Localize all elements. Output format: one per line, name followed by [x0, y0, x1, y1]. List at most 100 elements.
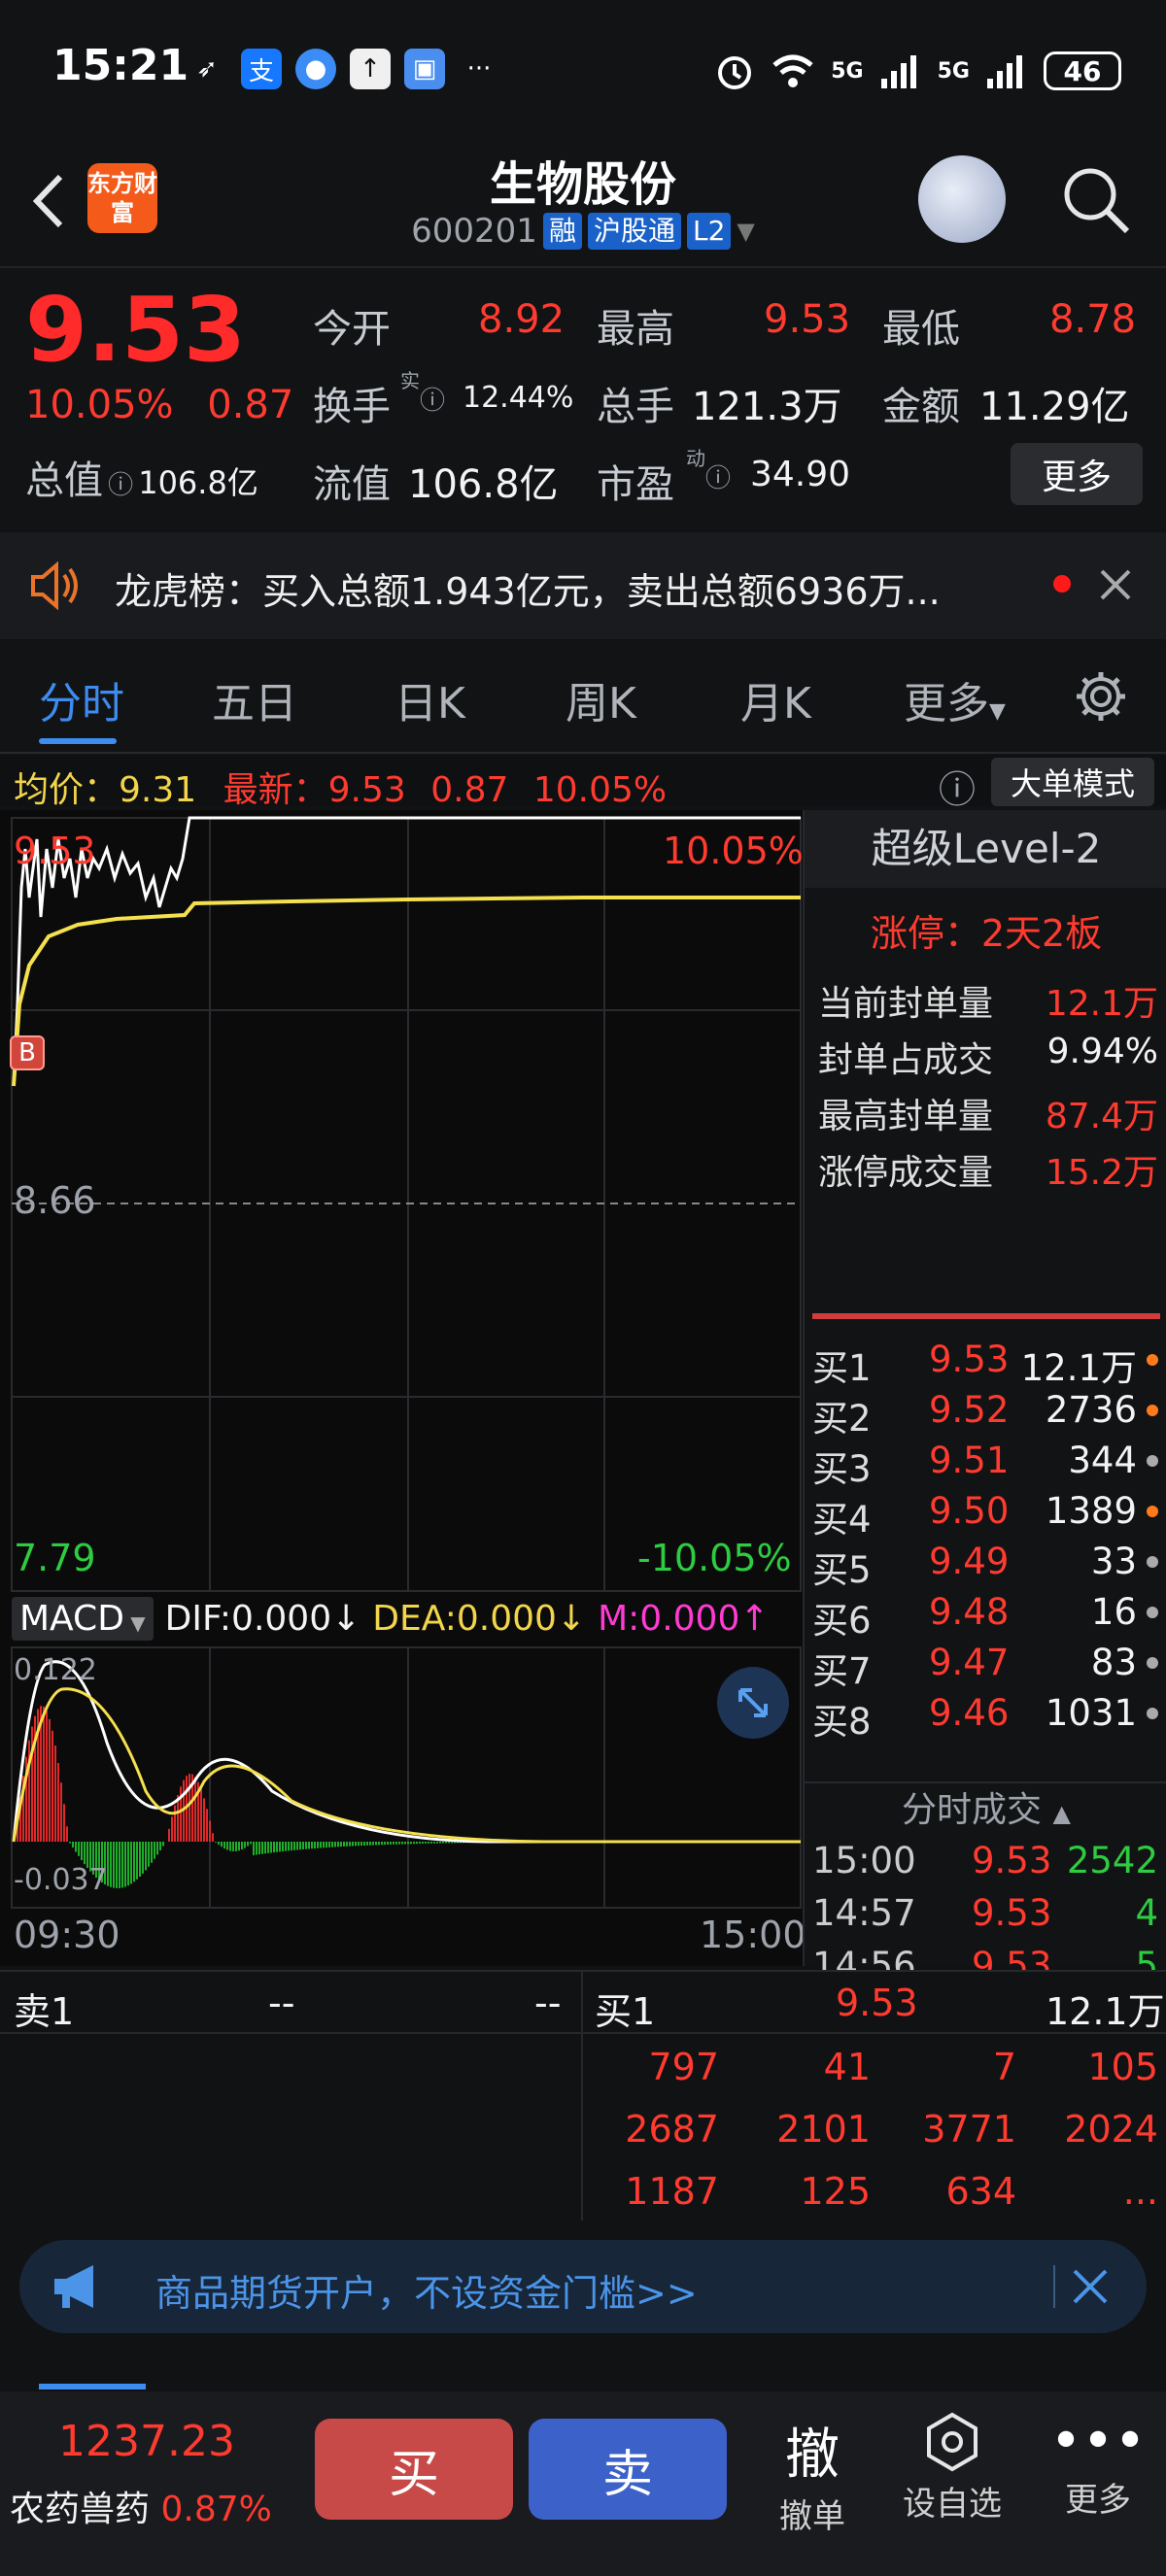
- bid-row[interactable]: 买8 9.46 1031: [805, 1688, 1166, 1743]
- macd-bar: [314, 1842, 316, 1848]
- sector-index-info[interactable]: 农药兽药 0.87%: [10, 2481, 272, 2531]
- order-dot-icon: [1147, 1708, 1158, 1719]
- high-value: 9.53: [764, 297, 851, 342]
- low-value: 8.78: [1049, 297, 1137, 342]
- sector-index-value[interactable]: 1237.23: [58, 2417, 235, 2466]
- alarm-icon: [718, 56, 752, 89]
- macd-indicator-select[interactable]: MACD ▼: [12, 1596, 154, 1641]
- bid-row[interactable]: 买6 9.48 16: [805, 1587, 1166, 1642]
- macd-top-label: 0.122: [14, 1653, 97, 1687]
- column-divider: [581, 1972, 583, 2220]
- level2-title[interactable]: 超级Level-2: [805, 810, 1166, 888]
- tab-daily-k[interactable]: 日K: [394, 668, 465, 730]
- news-ticker[interactable]: 龙虎榜：买入总额1.943亿元，卖出总额6936万...: [0, 532, 1166, 639]
- battery-icon: 46: [1044, 51, 1121, 90]
- speaker-icon: [31, 561, 78, 610]
- queue-cell: 125: [800, 2170, 871, 2213]
- info-circle-icon[interactable]: ⓘ: [420, 381, 445, 417]
- close-icon[interactable]: [1098, 567, 1133, 602]
- queue-cell: 41: [823, 2046, 871, 2088]
- macd-bar: [121, 1842, 123, 1888]
- settings-gear-icon[interactable]: [1073, 668, 1129, 725]
- active-tab-indicator: [39, 738, 117, 744]
- macd-bar: [352, 1842, 354, 1847]
- more-quote-button[interactable]: 更多: [1011, 443, 1143, 505]
- tab-intraday[interactable]: 分时: [39, 668, 124, 730]
- macd-bar: [285, 1842, 287, 1851]
- buy-marker[interactable]: B: [10, 1035, 45, 1070]
- close-icon[interactable]: [1071, 2267, 1110, 2306]
- macd-bar: [218, 1842, 220, 1846]
- macd-bar: [267, 1842, 269, 1853]
- promo-banner[interactable]: 商品期货开户，不设资金门槛>>: [19, 2240, 1147, 2333]
- turnover-value: 12.44%: [463, 381, 574, 415]
- macd-bar: [439, 1842, 441, 1844]
- expand-chart-button[interactable]: [717, 1667, 789, 1739]
- info-circle-icon[interactable]: ⓘ: [108, 471, 133, 500]
- macd-bar: [253, 1842, 255, 1855]
- macd-bar: [413, 1842, 415, 1845]
- tag-margin: 融: [542, 213, 582, 250]
- info-values: 均价：9.31 最新：9.53 0.87 10.05%: [14, 762, 667, 812]
- macd-bar: [320, 1842, 322, 1848]
- macd-bar: [398, 1842, 400, 1845]
- macd-bar: [232, 1842, 234, 1851]
- top-price-label: 9.53: [14, 830, 96, 872]
- cancel-order-button[interactable]: 撤 撤单: [754, 2411, 871, 2537]
- time-end-label: 15:00: [700, 1914, 806, 1956]
- open-label: 今开: [313, 307, 391, 352]
- macd-bar: [428, 1842, 429, 1844]
- bid-level-label: 买7: [812, 1650, 872, 1692]
- tab-weekly-k[interactable]: 周K: [566, 668, 636, 730]
- system-icons: 5G 5G 46: [714, 51, 1121, 91]
- order-dot-icon: [1147, 1405, 1158, 1416]
- macd-bar: [215, 1842, 217, 1843]
- search-icon[interactable]: [1059, 163, 1133, 237]
- macd-bar: [241, 1842, 243, 1850]
- bid-row[interactable]: 买4 9.50 1389: [805, 1486, 1166, 1541]
- bid-row[interactable]: 买5 9.49 33: [805, 1537, 1166, 1591]
- macd-bar: [346, 1842, 348, 1847]
- sell-button[interactable]: 卖: [529, 2419, 727, 2520]
- add-watchlist-button[interactable]: 设自选: [894, 2411, 1011, 2525]
- buy-button[interactable]: 买: [315, 2419, 513, 2520]
- bid-row[interactable]: 买7 9.47 83: [805, 1638, 1166, 1692]
- macd-bar: [305, 1842, 307, 1849]
- more-menu-button[interactable]: ••• 更多: [1040, 2411, 1156, 2521]
- help-icon[interactable]: ⓘ: [939, 760, 976, 813]
- bid-price: 9.53: [929, 1339, 1010, 1380]
- macd-bar: [200, 1789, 202, 1842]
- megaphone-icon: [54, 2265, 93, 2308]
- latest-chg: 0.87: [430, 770, 509, 810]
- macd-bar: [209, 1820, 211, 1842]
- tab-monthly-k[interactable]: 月K: [740, 668, 811, 730]
- order-dot-icon: [1147, 1455, 1158, 1467]
- order-dot-icon: [1147, 1556, 1158, 1568]
- bid-row[interactable]: 买2 9.52 2736: [805, 1385, 1166, 1440]
- status-time: 15:21: [52, 41, 189, 90]
- bid-level-label: 买4: [812, 1499, 872, 1541]
- volume-label: 总手: [597, 385, 674, 429]
- bid-row[interactable]: 买1 9.53 12.1万: [805, 1335, 1166, 1389]
- info-circle-icon[interactable]: ⓘ: [705, 458, 731, 494]
- tab-five-day[interactable]: 五日: [212, 668, 297, 730]
- pe-value: 34.90: [750, 455, 851, 494]
- macd-bar: [43, 1706, 45, 1842]
- buy1-label: 买1: [595, 1990, 656, 2033]
- tag-connect: 沪股通: [587, 213, 681, 250]
- bid-volume: 12.1万: [1020, 1347, 1137, 1389]
- level2-stat-label: 封单占成交: [818, 1040, 994, 1080]
- macd-bar: [276, 1842, 278, 1852]
- bid-row[interactable]: 买3 9.51 344: [805, 1436, 1166, 1490]
- ticks-title[interactable]: 分时成交 ▲: [805, 1781, 1166, 1832]
- notification-icons: ➶ 支 ● ↑ ▣ ···: [187, 49, 499, 89]
- tab-more[interactable]: 更多▼: [904, 668, 1006, 730]
- macd-bar: [171, 1816, 173, 1842]
- intraday-chart[interactable]: 9.53 10.05% 8.66 7.79 -10.05% B MACD ▼ D…: [0, 810, 806, 1966]
- signal-icon-2: [987, 55, 1022, 88]
- macd-bar: [279, 1842, 281, 1852]
- robot-assistant-icon[interactable]: [918, 155, 1006, 243]
- macd-bar: [261, 1842, 263, 1854]
- macd-bar: [148, 1842, 150, 1867]
- big-order-mode-button[interactable]: 大单模式: [991, 758, 1154, 806]
